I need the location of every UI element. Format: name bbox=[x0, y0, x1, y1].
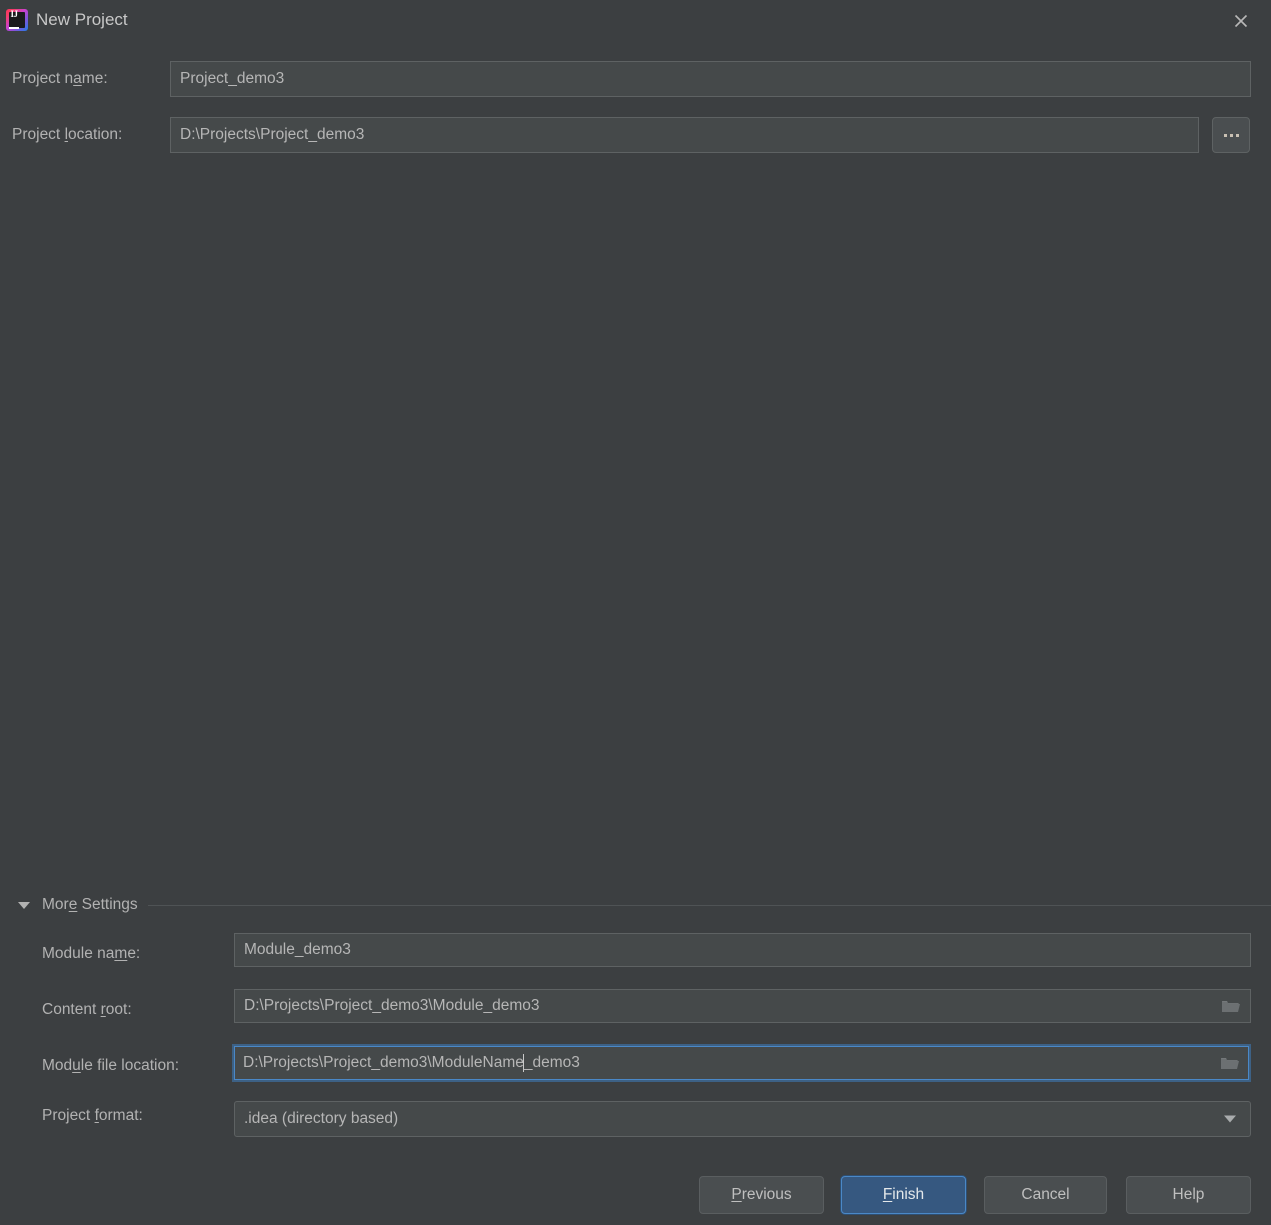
chevron-down-icon bbox=[1224, 1115, 1236, 1123]
module-file-location-label: Module file location: bbox=[42, 1057, 180, 1074]
module-file-location-value-after-caret: _demo3 bbox=[523, 1054, 580, 1072]
project-format-value: .idea (directory based) bbox=[244, 1110, 399, 1127]
folder-icon[interactable] bbox=[1220, 1055, 1240, 1071]
chevron-down-icon bbox=[18, 901, 30, 909]
content-root-value: D:\Projects\Project_demo3\Module_demo3 bbox=[244, 997, 540, 1015]
finish-button[interactable]: Finish bbox=[841, 1176, 966, 1214]
project-name-label: Project name: bbox=[12, 70, 108, 87]
window-title: New Project bbox=[36, 10, 128, 29]
project-location-browse-button[interactable] bbox=[1212, 117, 1250, 153]
close-icon[interactable] bbox=[1227, 7, 1255, 35]
cancel-button[interactable]: Cancel bbox=[984, 1176, 1107, 1214]
ellipsis-icon bbox=[1223, 133, 1239, 137]
content-root-label: Content root: bbox=[42, 1001, 132, 1018]
module-file-location-value-before-caret: D:\Projects\Project_demo3\ModuleName bbox=[243, 1054, 524, 1072]
project-location-input[interactable]: D:\Projects\Project_demo3 bbox=[170, 117, 1199, 153]
more-settings-label: More Settings bbox=[42, 896, 138, 913]
project-format-label: Project format: bbox=[42, 1107, 143, 1124]
content-root-input[interactable]: D:\Projects\Project_demo3\Module_demo3 bbox=[234, 989, 1251, 1023]
project-name-input[interactable]: Project_demo3 bbox=[170, 61, 1251, 97]
help-button[interactable]: Help bbox=[1126, 1176, 1251, 1214]
project-format-select[interactable]: .idea (directory based) bbox=[234, 1101, 1251, 1137]
title-bar: IJ New Project bbox=[0, 0, 1271, 42]
module-name-label: Module name: bbox=[42, 945, 141, 962]
previous-button[interactable]: Previous bbox=[699, 1176, 824, 1214]
section-divider bbox=[147, 904, 1271, 906]
intellij-idea-icon: IJ bbox=[6, 9, 28, 31]
folder-icon[interactable] bbox=[1221, 998, 1241, 1014]
module-file-location-input[interactable]: D:\Projects\Project_demo3\ModuleName _dem… bbox=[232, 1044, 1251, 1082]
more-settings-toggle[interactable]: More Settings bbox=[0, 893, 1271, 917]
project-location-label: Project location: bbox=[12, 126, 123, 143]
module-name-input[interactable]: Module_demo3 bbox=[234, 933, 1251, 967]
